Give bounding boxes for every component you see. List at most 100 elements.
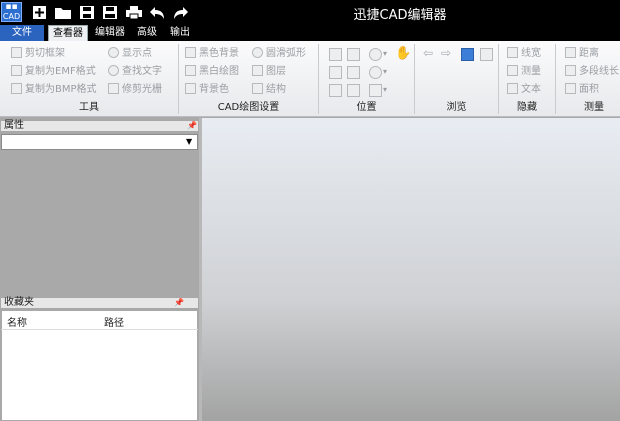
chevron-down-icon[interactable]: ▾	[383, 67, 387, 76]
copy-emf-label: 复制为EMF格式	[25, 66, 96, 77]
properties-panel-header	[0, 120, 199, 132]
black-background-button[interactable]: 黑色背景	[185, 47, 239, 61]
area-icon	[565, 83, 576, 94]
open-icon[interactable]	[54, 4, 72, 21]
app-logo-text: CAD	[2, 12, 21, 21]
copy-bmp-icon	[11, 83, 22, 94]
favorites-list[interactable]	[1, 310, 198, 421]
background-color-label: 背景色	[199, 84, 229, 95]
tab-editor[interactable]: 编辑器	[92, 25, 128, 41]
redo-icon[interactable]	[171, 4, 189, 21]
rotate-view-icon[interactable]	[329, 84, 342, 97]
bw-drawing-icon	[185, 65, 196, 76]
browse-list-icon[interactable]	[480, 48, 493, 61]
background-color-button[interactable]: 背景色	[185, 83, 229, 97]
hide-text-button[interactable]: 文本	[507, 83, 541, 97]
black-background-icon	[185, 47, 196, 58]
view-3d-icon[interactable]	[369, 84, 382, 97]
hide-text-icon	[507, 83, 518, 94]
save-as-icon[interactable]	[101, 4, 119, 21]
cut-frame-icon	[11, 47, 22, 58]
column-header-divider	[1, 329, 198, 330]
print-icon[interactable]	[125, 4, 143, 21]
zoom-window-icon[interactable]	[347, 48, 360, 61]
zoom-previous-icon[interactable]	[329, 66, 342, 79]
layers-button[interactable]: 图层	[252, 65, 286, 79]
structure-icon	[252, 83, 263, 94]
distance-button[interactable]: 距离	[565, 47, 599, 61]
trim-raster-button[interactable]: 修剪光栅	[108, 83, 162, 97]
drawing-canvas[interactable]	[202, 118, 620, 421]
layers-icon	[252, 65, 263, 76]
zoom-realtime-icon[interactable]	[347, 84, 360, 97]
copy-bmp-button[interactable]: 复制为BMP格式	[11, 83, 97, 97]
zoom-out-icon[interactable]	[369, 66, 382, 79]
tab-advanced[interactable]: 高级	[133, 25, 161, 41]
cut-frame-button[interactable]: 剪切框架	[11, 47, 65, 61]
line-width-icon	[507, 47, 518, 58]
trim-raster-icon	[108, 83, 119, 94]
show-points-label: 显示点	[122, 48, 152, 59]
smooth-arc-icon	[252, 47, 263, 58]
structure-label: 结构	[266, 84, 286, 95]
find-text-button[interactable]: 查找文字	[108, 65, 162, 79]
hide-measure-label: 测量	[521, 66, 541, 77]
distance-icon	[565, 47, 576, 58]
area-label: 面积	[579, 84, 599, 95]
bw-drawing-label: 黑白绘图	[199, 66, 239, 77]
undo-icon[interactable]	[149, 4, 167, 21]
hide-measure-button[interactable]: 测量	[507, 65, 541, 79]
fit-extents-icon[interactable]	[329, 48, 342, 61]
structure-button[interactable]: 结构	[252, 83, 286, 97]
chevron-down-icon[interactable]: ▾	[383, 85, 387, 94]
group-title-hide: 隐藏	[517, 102, 537, 113]
tab-output[interactable]: 输出	[165, 25, 195, 41]
background-color-icon	[185, 83, 196, 94]
show-points-icon	[108, 47, 119, 58]
zoom-all-icon[interactable]	[347, 66, 360, 79]
line-width-label: 线宽	[521, 48, 541, 59]
cut-frame-label: 剪切框架	[25, 48, 65, 59]
polyline-length-label: 多段线长	[579, 66, 619, 77]
smooth-arc-button[interactable]: 圆滑弧形	[252, 47, 306, 61]
find-text-icon	[108, 65, 119, 76]
black-background-label: 黑色背景	[199, 48, 239, 59]
layers-label: 图层	[266, 66, 286, 77]
pan-hand-icon[interactable]: ✋	[395, 46, 411, 61]
forward-arrow-icon[interactable]: ⇨	[441, 46, 451, 60]
copy-bmp-label: 复制为BMP格式	[25, 84, 97, 95]
chevron-down-icon[interactable]: ▼	[186, 137, 192, 146]
tab-file[interactable]: 文件	[0, 25, 44, 41]
tab-viewer[interactable]: 查看器	[48, 25, 88, 41]
group-title-position: 位置	[356, 102, 377, 113]
column-header-name[interactable]: 名称	[7, 314, 27, 329]
line-width-button[interactable]: 线宽	[507, 47, 541, 61]
area-button[interactable]: 面积	[565, 83, 599, 97]
polyline-length-icon	[565, 65, 576, 76]
pin-icon[interactable]: 📌	[174, 299, 184, 307]
bw-drawing-button[interactable]: 黑白绘图	[185, 65, 239, 79]
favorites-panel-title: 收藏夹	[4, 297, 34, 308]
trim-raster-label: 修剪光栅	[122, 84, 162, 95]
copy-emf-icon	[11, 65, 22, 76]
group-title-browse: 浏览	[446, 102, 467, 113]
hide-measure-icon	[507, 65, 518, 76]
properties-select[interactable]	[1, 134, 198, 150]
distance-label: 距离	[579, 48, 599, 59]
properties-panel-title: 属性	[4, 120, 24, 131]
save-icon[interactable]	[78, 4, 96, 21]
app-logo[interactable]: ▪▪ CAD	[1, 2, 22, 22]
show-points-button[interactable]: 显示点	[108, 47, 152, 61]
find-text-label: 查找文字	[122, 66, 162, 77]
zoom-in-icon[interactable]	[369, 48, 382, 61]
new-icon[interactable]	[31, 4, 49, 21]
hide-text-label: 文本	[521, 84, 541, 95]
chevron-down-icon[interactable]: ▾	[383, 49, 387, 58]
pin-icon[interactable]: 📌	[187, 122, 197, 130]
back-arrow-icon[interactable]: ⇦	[423, 46, 433, 60]
copy-emf-button[interactable]: 复制为EMF格式	[11, 65, 96, 79]
polyline-length-button[interactable]: 多段线长	[565, 65, 619, 79]
column-header-path[interactable]: 路径	[104, 314, 124, 329]
group-title-measure: 测量	[584, 102, 604, 113]
browse-folder-icon[interactable]	[461, 48, 474, 61]
